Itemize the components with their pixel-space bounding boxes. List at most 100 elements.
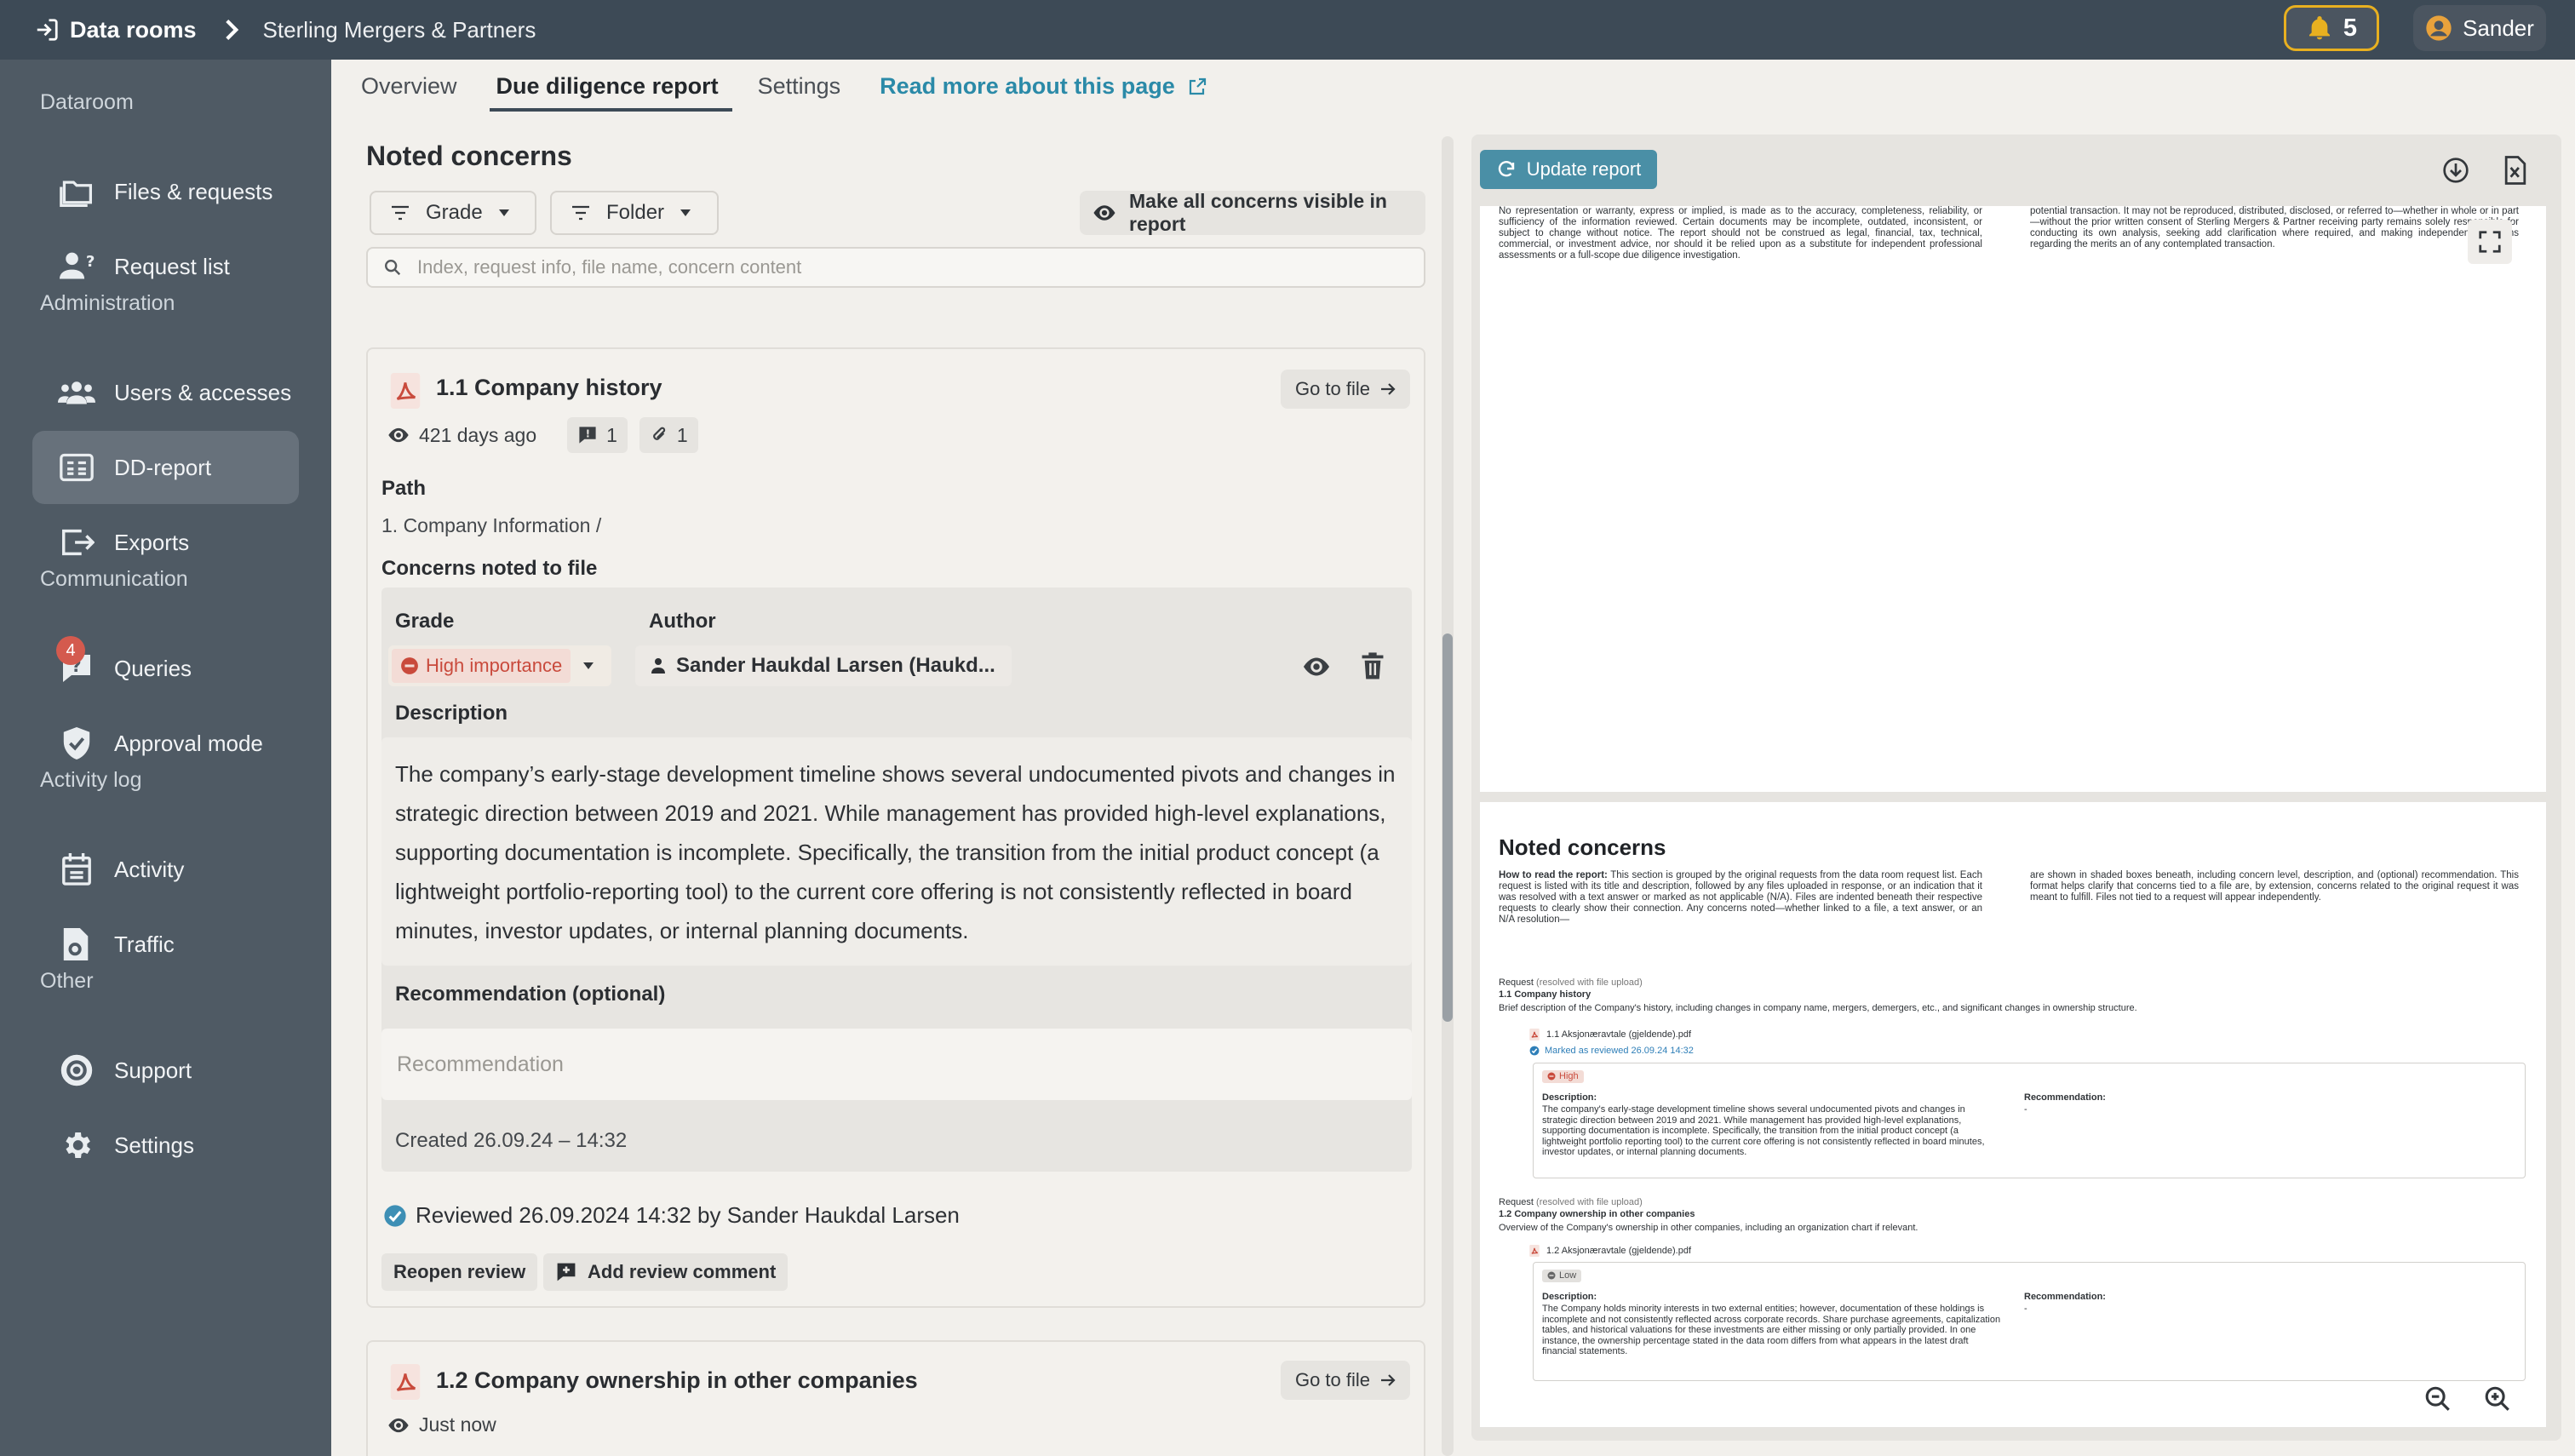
trash-icon[interactable]: [1361, 652, 1385, 679]
arrow-right-icon: [1380, 382, 1396, 396]
notifications-count: 5: [2343, 14, 2358, 42]
page-tabs: Overview Due diligence report Settings R…: [361, 73, 1207, 112]
grade-filter-label: Grade: [426, 201, 483, 224]
section-activity-log: Activity log: [40, 768, 142, 792]
tab-overview[interactable]: Overview: [361, 73, 457, 112]
sidebar-item-dd-report[interactable]: DD-report: [32, 431, 299, 504]
author-label: Author: [649, 610, 716, 633]
section-administration: Administration: [40, 291, 175, 315]
grade-value: High importance: [426, 655, 563, 676]
user-question-icon: ?: [58, 248, 95, 285]
add-review-comment-button[interactable]: Add review comment: [543, 1253, 789, 1291]
reviewed-text: Reviewed 26.09.2024 14:32 by Sander Hauk…: [416, 1202, 960, 1228]
go-to-file-button[interactable]: Go to file: [1281, 1361, 1410, 1400]
concern-entry: Grade Author High importance Sander Hauk…: [381, 588, 1412, 1172]
file-title[interactable]: 1.2 Company ownership in other companies: [436, 1367, 918, 1394]
download-icon[interactable]: [2440, 155, 2471, 186]
sidebar-item-activity[interactable]: Activity: [32, 833, 299, 906]
report-rec-label: Recommendation:: [2024, 1292, 2106, 1302]
visibility-eye-icon[interactable]: [1301, 656, 1332, 678]
folder-filter-label: Folder: [606, 201, 665, 224]
concerns-scrollbar[interactable]: [1442, 136, 1454, 1456]
zoom-in-icon[interactable]: [2483, 1384, 2512, 1413]
comment-plus-icon: [555, 1261, 577, 1283]
comments-chip[interactable]: ! 1: [567, 417, 628, 453]
report-file: 1.2 Aksjonæravtale (gjeldende).pdf: [1529, 1245, 1691, 1257]
minus-circle-icon: [1547, 1072, 1556, 1081]
recommendation-input[interactable]: Recommendation: [381, 1029, 1412, 1100]
report-rec-text: -: [2024, 1104, 2027, 1115]
refresh-icon: [1496, 159, 1517, 180]
person-icon: [651, 657, 666, 674]
make-all-visible-button[interactable]: Make all concerns visible in report: [1080, 190, 1425, 235]
fullscreen-button[interactable]: [2468, 220, 2512, 264]
filter-icon: [571, 204, 591, 221]
pdf-file-icon: [390, 373, 421, 409]
shield-check-icon: [58, 725, 95, 762]
recommendation-placeholder: Recommendation: [397, 1052, 564, 1076]
folder-filter-button[interactable]: Folder: [550, 191, 719, 235]
go-to-file-label: Go to file: [1294, 1369, 1371, 1390]
sidebar-item-label: Activity: [114, 856, 185, 882]
file-title[interactable]: 1.1 Company history: [436, 375, 662, 401]
request-title: 1.1 Company history: [1499, 989, 1591, 1000]
search-input[interactable]: Index, request info, file name, concern …: [366, 247, 1425, 288]
report-grade-pill: High: [1542, 1070, 1584, 1083]
sidebar-item-settings[interactable]: Settings: [32, 1109, 299, 1182]
excel-export-icon[interactable]: [2500, 155, 2531, 186]
check-circle-icon: [1529, 1046, 1540, 1056]
users-icon: [58, 374, 95, 411]
scrollbar-thumb[interactable]: [1442, 633, 1453, 1022]
recommendation-label: Recommendation (optional): [395, 983, 666, 1006]
comment-icon: !: [577, 425, 598, 445]
report-rec-label: Recommendation:: [2024, 1092, 2106, 1103]
request-desc: Overview of the Company's ownership in o…: [1499, 1223, 1918, 1233]
grade-select[interactable]: High importance: [388, 645, 611, 686]
request-label-text: Request: [1499, 977, 1534, 988]
arrow-right-icon: [1380, 1373, 1396, 1387]
description-textarea[interactable]: The company’s early-stage development ti…: [381, 737, 1412, 966]
report-concern-box: High Description: The company's early-st…: [1533, 1063, 2526, 1178]
read-more-link[interactable]: Read more about this page: [880, 73, 1207, 112]
section-communication: Communication: [40, 567, 188, 591]
sidebar-item-queries[interactable]: ? 4 Queries: [32, 632, 299, 705]
report-concern-box: Low Description: The Company holds minor…: [1533, 1262, 2526, 1381]
user-menu-button[interactable]: Sander: [2413, 5, 2546, 51]
concern-card: 1.1 Company history Go to file 421 days …: [366, 347, 1425, 1308]
user-avatar-icon: [2425, 14, 2452, 42]
update-report-button[interactable]: Update report: [1480, 150, 1657, 189]
report-reviewed-text: Marked as reviewed 26.09.24 14:32: [1545, 1046, 1694, 1056]
concerns-noted-label: Concerns noted to file: [381, 557, 598, 580]
notifications-button[interactable]: 5: [2284, 5, 2379, 51]
zoom-out-icon[interactable]: [2423, 1384, 2452, 1413]
go-to-file-button[interactable]: Go to file: [1281, 370, 1410, 409]
report-concern-text: The company's early-stage development ti…: [1542, 1104, 1985, 1157]
grade-filter-button[interactable]: Grade: [370, 191, 536, 235]
reopen-review-button[interactable]: Reopen review: [381, 1253, 538, 1291]
export-icon: [58, 524, 95, 561]
data-rooms-link[interactable]: Data rooms: [34, 17, 197, 43]
sidebar-item-label: Request list: [114, 253, 230, 279]
path-label: Path: [381, 477, 427, 500]
minus-circle-icon: [400, 656, 419, 675]
caret-down-icon: [680, 209, 691, 217]
report-reviewed: Marked as reviewed 26.09.24 14:32: [1529, 1046, 1694, 1057]
sidebar-item-support[interactable]: Support: [32, 1034, 299, 1107]
calendar-icon: [58, 851, 95, 888]
sidebar-item-users-accesses[interactable]: Users & accesses: [32, 356, 299, 429]
section-dataroom: Dataroom: [40, 90, 134, 114]
attachments-chip[interactable]: 1: [639, 417, 698, 453]
sidebar-item-files-requests[interactable]: Files & requests: [32, 155, 299, 228]
grade-label: Grade: [395, 610, 455, 633]
sidebar-item-label: Users & accesses: [114, 379, 292, 405]
request-label: Request (resolved with file upload): [1499, 977, 1643, 989]
request-status: (resolved with file upload): [1536, 977, 1643, 988]
file-meta: Just now: [387, 1413, 496, 1436]
author-value: Sander Haukdal Larsen (Haukd...: [676, 654, 995, 677]
paperclip-icon: [650, 425, 668, 445]
breadcrumb[interactable]: Sterling Mergers & Partners: [263, 17, 536, 43]
tab-settings[interactable]: Settings: [758, 73, 841, 112]
sidebar-item-label: Settings: [114, 1132, 194, 1158]
author-select[interactable]: Sander Haukdal Larsen (Haukd...: [635, 645, 1012, 686]
tab-due-diligence-report[interactable]: Due diligence report: [489, 73, 732, 112]
